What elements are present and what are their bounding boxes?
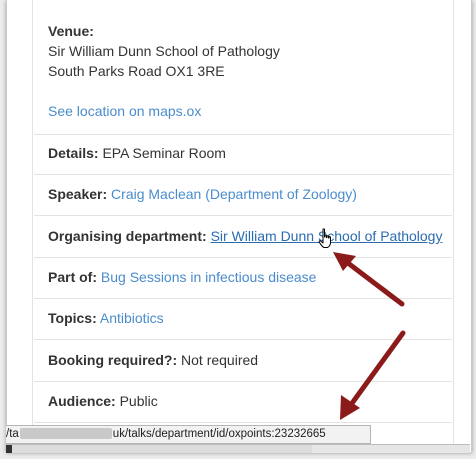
- background-window-strip: [312, 445, 470, 453]
- status-url-prefix: /ta: [6, 428, 19, 440]
- part-of-label: Part of:: [48, 269, 97, 285]
- booking-label: Booking required?:: [48, 352, 178, 368]
- topics-link[interactable]: Antibiotics: [100, 310, 164, 326]
- browser-window: Venue: Sir William Dunn School of Pathol…: [6, 0, 472, 452]
- audience-label: Audience:: [48, 393, 116, 409]
- topics-label: Topics:: [48, 310, 97, 326]
- redacted-domain: [19, 428, 112, 440]
- booking-row: Booking required?: Not required: [34, 340, 452, 382]
- details-label: Details:: [48, 145, 99, 161]
- part-of-link[interactable]: Bug Sessions in infectious disease: [101, 269, 317, 285]
- speaker-label: Speaker:: [48, 186, 108, 202]
- booking-value: Not required: [177, 352, 259, 368]
- organising-department-row: Organising department: Sir William Dunn …: [34, 216, 452, 258]
- topics-row: Topics: Antibiotics: [34, 299, 452, 340]
- venue-name: Sir William Dunn School of Pathology: [48, 43, 280, 59]
- venue-address: South Parks Road OX1 3RE: [48, 63, 225, 79]
- speaker-link[interactable]: Craig Maclean (Department of Zoology): [111, 186, 357, 202]
- dark-corner: [6, 445, 12, 453]
- part-of-row: Part of: Bug Sessions in infectious dise…: [34, 258, 452, 299]
- details-value: EPA Seminar Room: [98, 145, 226, 161]
- details-row: Details: EPA Seminar Room: [34, 134, 452, 175]
- browser-status-bar: /ta uk/talks/department/id/oxpoints:23232…: [6, 425, 371, 444]
- venue-label: Venue:: [48, 23, 94, 39]
- map-link[interactable]: See location on maps.ox: [48, 103, 201, 119]
- hand-pointer-icon: [318, 228, 331, 248]
- organising-department-label: Organising department:: [48, 228, 207, 244]
- talk-details-card: Venue: Sir William Dunn School of Pathol…: [32, 0, 454, 452]
- status-url-path: uk/talks/department/id/oxpoints:23232665: [112, 428, 326, 440]
- audience-row: Audience: Public: [34, 382, 452, 423]
- underlying-window-edge: [6, 444, 470, 453]
- venue-row: Venue: Sir William Dunn School of Pathol…: [34, 0, 452, 135]
- speaker-row: Speaker: Craig Maclean (Department of Zo…: [34, 175, 452, 216]
- audience-value: Public: [115, 393, 158, 409]
